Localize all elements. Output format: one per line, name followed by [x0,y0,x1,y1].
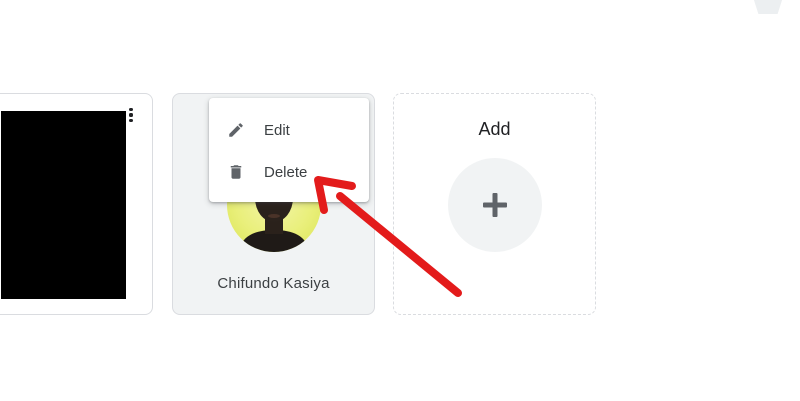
add-card[interactable]: Add [393,93,596,315]
context-menu: Edit Delete [209,98,369,202]
corner-decoration [752,0,784,14]
add-button[interactable] [448,158,542,252]
video-card[interactable] [0,93,153,315]
menu-item-label: Edit [264,121,290,139]
more-vert-icon[interactable] [128,108,134,122]
person-name: Chifundo Kasiya [217,275,330,292]
menu-item-edit[interactable]: Edit [209,110,369,150]
menu-item-label: Delete [264,163,308,181]
pencil-icon [229,123,243,137]
menu-item-delete[interactable]: Delete [209,152,369,192]
add-title: Add [478,119,511,139]
video-thumbnail[interactable] [1,111,126,299]
plus-icon [483,193,507,217]
trash-icon [230,165,242,179]
